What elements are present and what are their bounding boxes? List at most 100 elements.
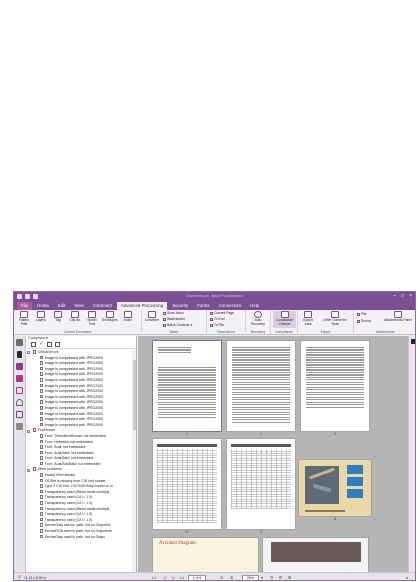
- bookmarks-icon[interactable]: [16, 363, 23, 370]
- tab-security[interactable]: Security: [168, 302, 192, 310]
- report-icon[interactable]: [55, 342, 60, 347]
- maximize-icon[interactable]: □: [401, 293, 404, 299]
- envelopes-button[interactable]: Envelopes: [102, 311, 118, 323]
- group-batch: Converter Scan Inbox Watchfolder Batch C…: [142, 310, 207, 335]
- previous-page-icon[interactable]: ◁: [163, 575, 166, 580]
- close-icon[interactable]: ×: [409, 293, 412, 299]
- tree-label: Transparency used (CA != 1.0): [44, 512, 93, 517]
- tab-file[interactable]: File: [17, 302, 33, 310]
- collapse-icon[interactable]: −: [27, 351, 30, 355]
- document-icon: [40, 534, 44, 539]
- current-page-button[interactable]: Current Page: [210, 311, 234, 315]
- export-area-label: Export Area: [303, 318, 313, 326]
- collapse-icon[interactable]: −: [27, 429, 30, 433]
- group-attachments: File Sound Attachments Panel Attachments: [354, 310, 415, 335]
- scan-inbox-button[interactable]: Scan Inbox: [163, 311, 184, 315]
- page-thumbnail[interactable]: [299, 460, 371, 516]
- checkmark-icon: [280, 311, 289, 318]
- other-converter-tools-button[interactable]: Other Converter Tools: [319, 311, 351, 326]
- pages-panel-icon[interactable]: [16, 339, 23, 346]
- batch-controls-button[interactable]: Batch Controls ▾: [163, 323, 192, 327]
- tab-forms[interactable]: Forms: [193, 302, 213, 310]
- comments-icon[interactable]: [16, 375, 23, 382]
- clip-art-button[interactable]: Clip Art: [67, 311, 83, 323]
- check-icon[interactable]: ✓: [39, 341, 44, 347]
- tree-label: Image is compressed with JPEG2000: [44, 389, 104, 394]
- page-size-readout: 11.24 x 8.26 in: [24, 576, 46, 580]
- tag-button[interactable]: Tag: [50, 311, 66, 323]
- page-thumbnail[interactable]: [153, 341, 221, 431]
- tab-comment[interactable]: Comment: [89, 302, 116, 310]
- to-end-button[interactable]: To End: [210, 317, 225, 321]
- verify-icon[interactable]: [47, 342, 52, 347]
- document-icon: [40, 439, 44, 444]
- pen-icon[interactable]: [31, 342, 36, 347]
- to-file-button[interactable]: To File: [210, 323, 224, 327]
- tab-help[interactable]: Help: [246, 302, 263, 310]
- current-page-label: Current Page: [214, 311, 235, 315]
- sound-button[interactable]: Sound: [357, 319, 371, 323]
- file-attachment-label: File: [361, 312, 367, 316]
- page-thumbnail[interactable]: [227, 439, 295, 529]
- document-icon: [40, 473, 44, 477]
- zoom-in-icon[interactable]: ⊕: [230, 575, 233, 580]
- compliance-panel-icon[interactable]: [16, 387, 23, 394]
- page-thumbnails-view[interactable]: 1 2 3 4 5 6 Accident Diagram: [138, 336, 408, 572]
- index-button[interactable]: Index: [120, 311, 136, 323]
- last-page-icon[interactable]: ▷|: [180, 575, 184, 580]
- page-thumbnail[interactable]: [227, 341, 295, 431]
- auto-recovery-button[interactable]: Auto Recovery: [250, 311, 266, 326]
- zoom-level[interactable]: 26%: [242, 574, 259, 580]
- layers-button[interactable]: Layers: [33, 311, 49, 323]
- collapse-icon[interactable]: −: [27, 468, 30, 472]
- to-file-icon: [210, 323, 213, 327]
- tab-view[interactable]: View: [70, 302, 87, 310]
- continuous-view-icon[interactable]: ⊞: [288, 575, 291, 580]
- fit-width-icon[interactable]: ⊟: [279, 575, 282, 580]
- fit-page-icon[interactable]: ⊡: [270, 575, 273, 580]
- layers-panel-icon[interactable]: [16, 423, 23, 430]
- tree-label: Font: 'Arial,Bold' not embedded: [44, 456, 94, 461]
- document-icon: [40, 517, 44, 522]
- first-page-icon[interactable]: |◁: [152, 575, 156, 580]
- document-icon: [40, 377, 44, 382]
- tab-advanced-processing[interactable]: Advanced Processing: [116, 302, 168, 310]
- zoom-dropdown-icon[interactable]: ▾: [261, 575, 263, 580]
- watchfolder-button[interactable]: Watchfolder: [163, 317, 185, 321]
- attachments-panel-button[interactable]: Attachments Panel: [384, 311, 412, 323]
- compliance-checker-button[interactable]: Compliance Checker: [273, 311, 296, 328]
- tree-label: Font errors: [37, 428, 55, 433]
- page-thumbnail[interactable]: [263, 538, 368, 572]
- tab-edit[interactable]: Edit: [54, 302, 70, 310]
- layers-icon: [37, 311, 45, 318]
- left-sidebar-strip: [14, 336, 26, 572]
- document-icon: [40, 389, 44, 393]
- page-thumbnail[interactable]: [301, 341, 369, 431]
- page-thumbnail[interactable]: [153, 439, 221, 529]
- scrollbar-thumb[interactable]: [132, 360, 136, 430]
- info-icon[interactable]: ●: [406, 575, 408, 580]
- signatures-icon[interactable]: [16, 399, 23, 406]
- export-area-button[interactable]: Export Area: [300, 311, 316, 326]
- page-thumbnail[interactable]: Accident Diagram: [153, 538, 258, 572]
- panel-toggle-icon[interactable]: [411, 339, 415, 344]
- tab-connectors[interactable]: Connectors: [215, 302, 245, 310]
- tree-label: Transparency used (CA != 1.0): [44, 495, 93, 500]
- page-indicator[interactable]: 1 of 6: [188, 574, 206, 580]
- converter-button[interactable]: Converter: [144, 311, 160, 323]
- lock-icon[interactable]: [16, 411, 23, 418]
- link-icon[interactable]: ⚲: [18, 574, 21, 579]
- group-label-read-aloud: Read Aloud: [217, 330, 235, 334]
- model-tree-button[interactable]: Model Tree: [84, 311, 100, 326]
- flatten-pdfs-button[interactable]: Flatten Pdfs: [16, 311, 32, 326]
- file-attachment-button[interactable]: File: [357, 312, 366, 316]
- panel-scrollbar[interactable]: [132, 350, 136, 572]
- minimize-icon[interactable]: –: [393, 293, 396, 299]
- document-icon: [40, 489, 44, 494]
- zoom-out-icon[interactable]: ⊖: [220, 575, 223, 580]
- tree-item[interactable]: DeviceGray used in path, but no Outpu: [26, 534, 132, 541]
- tab-home[interactable]: Home: [33, 302, 53, 310]
- next-page-icon[interactable]: ▷: [172, 575, 175, 580]
- error-category-icon: [33, 428, 37, 432]
- pointer-icon[interactable]: [17, 351, 22, 358]
